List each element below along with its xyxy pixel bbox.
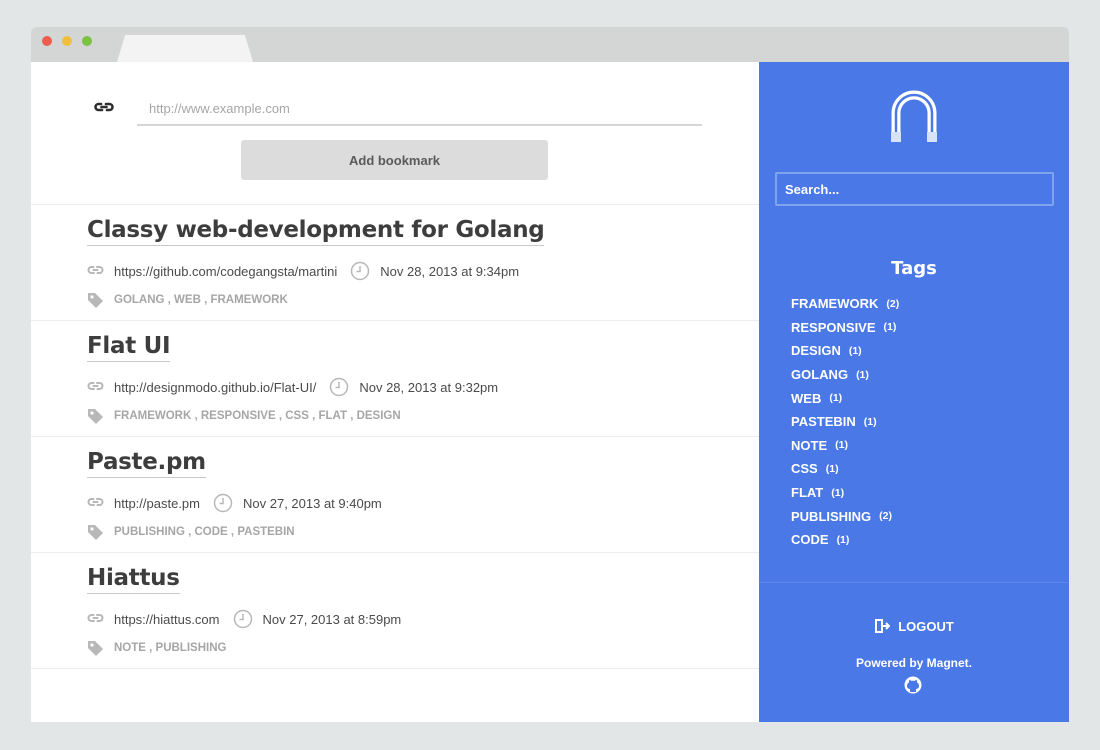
close-window-button[interactable] [42,36,52,46]
tag-count: (1) [863,415,877,428]
tag-count: (1) [825,462,839,475]
bookmark-meta: https://github.com/codegangsta/martini No… [87,261,519,281]
tag-icon [87,524,104,541]
logout-button[interactable]: LOGOUT [759,618,1069,634]
tag-name: CODE [791,532,829,548]
tag-count: (1) [856,368,869,381]
browser-titlebar [31,27,1069,62]
link-icon [87,496,104,510]
sidebar-tag-item[interactable]: CSS (1) [791,457,899,481]
sidebar-tag-item[interactable]: PUBLISHING (2) [791,504,899,528]
sidebar-tag-item[interactable]: DESIGN (1) [791,339,899,363]
bookmark-meta: http://designmodo.github.io/Flat-UI/Nov … [87,377,498,397]
tag-count: (1) [848,344,862,357]
bookmark-tag-list[interactable]: FRAMEWORK , RESPONSIVE , CSS , FLAT , DE… [114,410,401,422]
list-end-divider [31,668,759,669]
tag-name: DESIGN [791,343,841,359]
link-icon [87,612,104,626]
bookmark-item: Classy web-development for Golang https:/… [31,204,759,320]
bookmark-date: Nov 27, 2013 at 8:59pm [262,611,402,627]
tag-icon [87,640,104,657]
bookmark-tags: FRAMEWORK , RESPONSIVE , CSS , FLAT , DE… [87,407,401,425]
bookmark-url[interactable]: https://hiattus.com [114,612,220,627]
bookmark-tags: PUBLISHING , CODE , PASTEBIN [87,523,295,541]
tag-count: (1) [835,439,848,452]
sidebar-tag-item[interactable]: RESPONSIVE (1) [791,316,899,340]
sidebar-tag-item[interactable]: WEB (1) [791,386,899,410]
bookmark-item: Paste.pm http://paste.pm Nov 27, 2013 at 9… [31,436,759,552]
bookmark-title-link[interactable]: Flat UI [87,333,171,362]
bookmark-meta: http://paste.pm Nov 27, 2013 at 9:40pm [87,493,382,513]
tag-count: (2) [879,510,893,523]
tag-name: GOLANG [791,367,849,383]
bookmark-title-link[interactable]: Hiattus [87,565,180,594]
search-input[interactable] [775,172,1054,206]
tag-count: (1) [829,392,843,405]
browser-tab[interactable] [117,35,253,62]
tag-name: FRAMEWORK [791,296,879,312]
bookmark-tag-list[interactable]: PUBLISHING , CODE , PASTEBIN [114,526,295,538]
bookmark-tag-list[interactable]: NOTE , PUBLISHING [114,642,226,654]
tag-count: (1) [831,486,845,499]
add-bookmark-button[interactable]: Add bookmark [241,140,548,180]
clock-icon [350,261,370,281]
tag-list: FRAMEWORK (2) RESPONSIVE (1) DESIGN (1) GOLANG… [791,292,899,552]
bookmark-date: Nov 28, 2013 at 9:34pm [380,263,520,279]
minimize-window-button[interactable] [62,36,72,46]
tag-icon [87,292,104,309]
clock-icon [213,493,233,513]
bookmark-url[interactable]: https://github.com/codegangsta/martini [114,264,337,279]
logout-label: LOGOUT [898,618,954,634]
tag-count: (1) [836,533,850,546]
sidebar-tag-item[interactable]: CODE (1) [791,528,899,552]
tag-count: (1) [883,321,897,334]
powered-by-text: Powered by Magnet. [855,656,973,670]
tag-name: NOTE [791,437,828,453]
bookmark-url-input[interactable] [137,92,702,126]
bookmark-date: Nov 28, 2013 at 9:32pm [359,379,499,395]
sidebar-divider [759,582,1069,583]
tag-name: WEB [791,390,822,406]
clock-icon [233,609,253,629]
maximize-window-button[interactable] [82,36,92,46]
bookmarks-main: Add bookmark Classy web-development for … [31,62,759,722]
link-icon [87,264,104,278]
tag-name: PUBLISHING [791,508,872,524]
tags-heading: Tags [891,258,937,279]
sidebar-tag-item[interactable]: GOLANG (1) [791,363,899,387]
github-icon[interactable] [904,676,922,694]
sidebar-tag-item[interactable]: FLAT (1) [791,481,899,505]
link-icon [87,380,104,394]
bookmark-url[interactable]: http://paste.pm [114,496,200,511]
bookmark-item: Hiattus https://hiattus.com Nov 27, 2013 a… [31,552,759,668]
tag-name: FLAT [791,485,824,501]
sidebar-tag-item[interactable]: FRAMEWORK (2) [791,292,899,316]
logout-icon [875,619,891,633]
bookmark-date: Nov 27, 2013 at 9:40pm [243,495,382,511]
bookmark-title-link[interactable]: Classy web-development for Golang [87,217,545,246]
sidebar-tag-item[interactable]: NOTE (1) [791,434,899,458]
bookmark-url[interactable]: http://designmodo.github.io/Flat-UI/ [114,380,316,395]
sidebar: Tags FRAMEWORK(2)RESPONSIVE(1)DESIGN(1)G… [759,62,1069,722]
sidebar-tag-item[interactable]: PASTEBIN (1) [791,410,899,434]
tag-name: PASTEBIN [791,414,856,430]
tag-count: (2) [886,297,900,310]
browser-window: Add bookmark Classy web-development for … [31,27,1069,722]
bookmark-tags: GOLANG , WEB , FRAMEWORK [87,291,288,309]
link-icon [92,98,116,116]
bookmark-item: Flat UI http://designmodo.github.io/Flat-… [31,320,759,436]
bookmark-title-link[interactable]: Paste.pm [87,449,206,478]
clock-icon [329,377,349,397]
tag-name: CSS [791,461,818,477]
bookmark-tags: NOTE , PUBLISHING [87,639,226,657]
tag-name: RESPONSIVE [791,319,876,335]
tag-icon [87,408,104,425]
magnet-logo-icon[interactable] [889,88,939,146]
bookmark-tag-list[interactable]: GOLANG , WEB , FRAMEWORK [114,294,288,306]
bookmark-meta: https://hiattus.com Nov 27, 2013 at 8:59p… [87,609,401,629]
